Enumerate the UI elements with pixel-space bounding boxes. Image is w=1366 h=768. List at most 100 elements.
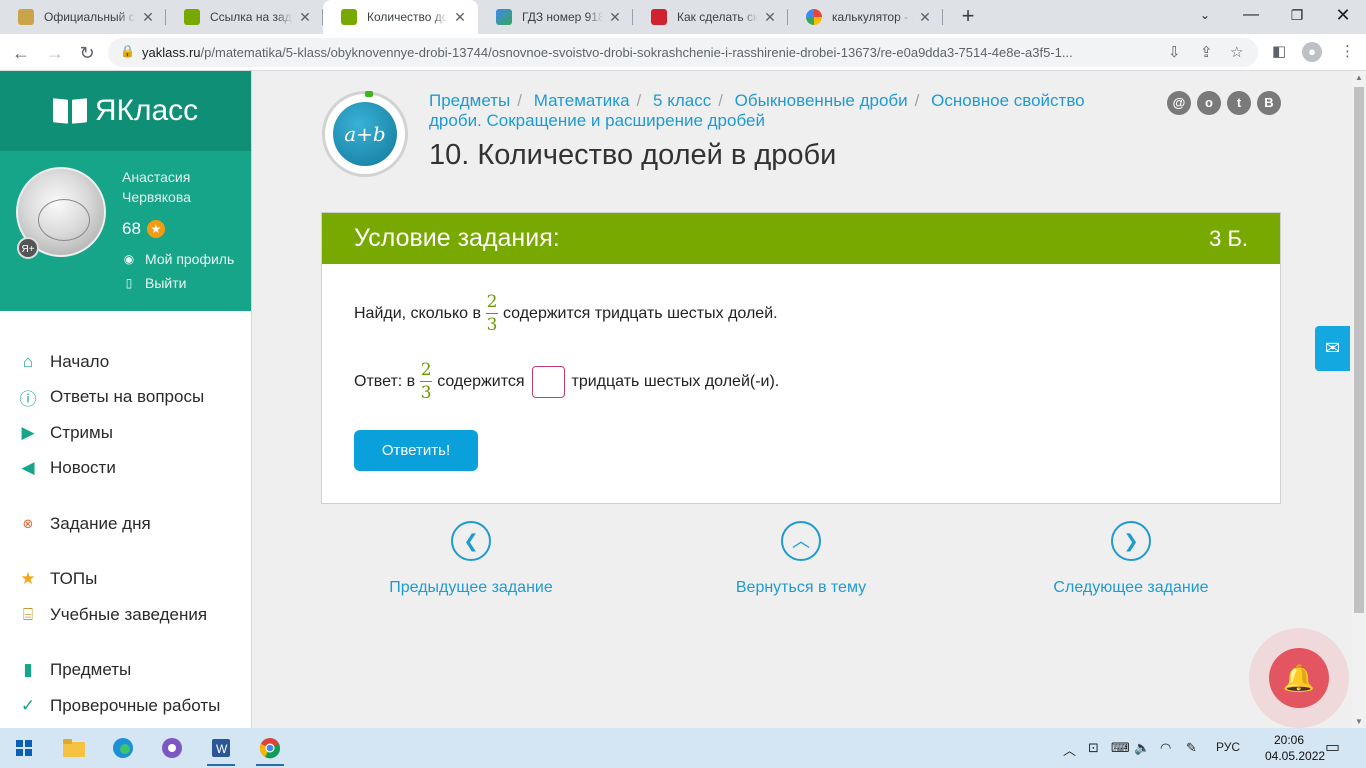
sidebar-item-daily-task[interactable]: ⊗ Задание дня — [16, 511, 151, 537]
user-name: Анастасия Червякова — [122, 169, 191, 205]
sidebar-item-news[interactable]: ◀ Новости — [16, 455, 115, 481]
tray-volume-icon[interactable]: 🔈 — [1134, 740, 1150, 756]
address-bar[interactable]: 🔒 yaklass.ru/p/matematika/5-klass/obykno… — [108, 38, 1258, 67]
notification-center-icon[interactable]: ▭ — [1325, 737, 1340, 757]
task-points: 3 Б. — [1209, 225, 1248, 251]
page-title: 10. Количество долей в дроби — [429, 139, 837, 171]
close-tab-icon[interactable]: ✕ — [140, 9, 156, 26]
logout-link[interactable]: ▯ Выйти — [122, 275, 187, 291]
browser-toolbar: ← → ↻ 🔒 yaklass.ru/p/matematika/5-klass/… — [0, 34, 1366, 71]
next-task-link[interactable]: ❯ Следующее задание — [1011, 521, 1251, 597]
browser-tab-active[interactable]: Количество долей в дроби ✕ — [323, 0, 478, 34]
close-tab-icon[interactable]: ✕ — [762, 9, 778, 26]
profile-avatar-icon[interactable]: ● — [1302, 42, 1322, 62]
close-tab-icon[interactable]: ✕ — [917, 9, 933, 26]
tray-keyboard-icon[interactable]: ⌨ — [1111, 740, 1130, 756]
twitter-share-icon[interactable]: t — [1227, 91, 1251, 115]
breadcrumb-item[interactable]: Обыкновенные дроби — [735, 91, 908, 110]
sidebar-item-home[interactable]: ⌂ Начало — [16, 349, 109, 375]
feedback-mail-icon[interactable]: ✉ — [1315, 326, 1350, 371]
restore-button[interactable]: ❐ — [1274, 0, 1320, 32]
start-windows-icon[interactable] — [4, 732, 44, 764]
answer-input[interactable] — [531, 365, 565, 398]
tray-pen-icon[interactable]: ✎ — [1186, 740, 1197, 756]
share-icon[interactable]: ⇪ — [1200, 43, 1213, 61]
google-favicon-icon — [806, 9, 822, 25]
x5-icon: ⊗ — [22, 516, 34, 531]
scroll-up-icon[interactable]: ▲ — [1352, 73, 1366, 82]
user-profile: Я+ Анастасия Червякова 68 ★ ◉ Мой профил… — [0, 151, 251, 311]
tray-device-icon[interactable]: ⊡ — [1088, 740, 1099, 756]
breadcrumb-item[interactable]: Математика — [534, 91, 630, 110]
edge-browser-icon[interactable] — [103, 732, 143, 764]
minimize-button[interactable]: — — [1228, 0, 1274, 32]
user-points: 68 ★ — [122, 219, 165, 239]
tray-language[interactable]: РУС — [1216, 740, 1240, 754]
browser-tab[interactable]: ГДЗ номер 918 по ✕ — [478, 0, 633, 34]
side-panel-icon[interactable]: ◧ — [1272, 42, 1286, 60]
sidebar-item-subjects[interactable]: ▮ Предметы — [16, 657, 131, 683]
browser-tab[interactable]: Как сделать скриншот ✕ — [633, 0, 788, 34]
mail-share-icon[interactable]: @ — [1167, 91, 1191, 115]
close-tab-icon[interactable]: ✕ — [607, 9, 623, 26]
tray-chevron-up-icon[interactable]: ︿ — [1063, 740, 1076, 759]
browser-tab[interactable]: Ссылка на задание ✕ — [166, 0, 323, 34]
tab-search-icon[interactable]: ⌄ — [1182, 0, 1228, 32]
my-profile-link[interactable]: ◉ Мой профиль — [122, 251, 235, 267]
ok-share-icon[interactable]: о — [1197, 91, 1221, 115]
back-button[interactable]: ← — [8, 40, 34, 66]
word-icon[interactable]: W — [201, 732, 241, 766]
tab-strip: Официальный сайт ✕ Ссылка на задание ✕ К… — [0, 0, 1366, 34]
door-icon: ▯ — [125, 276, 133, 290]
url-text: yaklass.ru/p/matematika/5-klass/obyknove… — [142, 45, 1073, 60]
new-tab-button[interactable]: + — [955, 4, 981, 30]
close-tab-icon[interactable]: ✕ — [297, 9, 313, 26]
submit-answer-button[interactable]: Ответить! — [354, 430, 478, 471]
page-scrollbar[interactable]: ▲ ▼ — [1352, 71, 1366, 728]
close-window-button[interactable]: ✕ — [1320, 0, 1366, 32]
sidebar: ЯКласс Я+ Анастасия Червякова 68 ★ ◉ Мой… — [0, 71, 252, 728]
viber-icon[interactable] — [152, 732, 192, 764]
tray-clock[interactable]: 20:06 04.05.2022 — [1265, 732, 1325, 764]
sidebar-item-tops[interactable]: ★ ТОПы — [16, 566, 97, 592]
reload-button[interactable]: ↻ — [74, 40, 100, 66]
notifications-button[interactable]: 🔔 — [1249, 628, 1349, 728]
star-icon: ★ — [146, 220, 165, 238]
chevron-right-icon: ❯ — [1111, 521, 1151, 561]
play-icon: ▶ — [21, 423, 35, 442]
site-logo[interactable]: ЯКласс — [0, 71, 251, 151]
site-favicon-icon — [651, 9, 667, 25]
sidebar-item-streams[interactable]: ▶ Стримы — [16, 420, 112, 446]
chevron-up-icon: ︿ — [781, 521, 821, 561]
browser-tab[interactable]: Официальный сайт ✕ — [0, 0, 166, 34]
question-icon: ⓘ — [19, 389, 37, 409]
site-favicon-icon — [18, 9, 34, 25]
megaphone-icon: ◀ — [21, 458, 35, 477]
yaklass-favicon-icon — [184, 9, 200, 25]
svg-text:W: W — [216, 742, 228, 756]
breadcrumb-item[interactable]: 5 класс — [653, 91, 711, 110]
file-explorer-icon[interactable] — [54, 732, 94, 764]
menu-dots-icon[interactable]: ⋮ — [1340, 42, 1355, 60]
bookmark-star-icon[interactable]: ☆ — [1230, 43, 1243, 61]
forward-button[interactable]: → — [42, 40, 68, 66]
browser-tab[interactable]: калькулятор - Поиск ✕ — [788, 0, 943, 34]
sidebar-item-answers[interactable]: ⓘ Ответы на вопросы — [16, 384, 205, 410]
star-icon: ★ — [20, 569, 36, 588]
vk-share-icon[interactable]: В — [1257, 91, 1281, 115]
install-icon[interactable]: ⇩ — [1168, 43, 1181, 61]
sidebar-item-schools[interactable]: ⌸ Учебные заведения — [16, 602, 207, 628]
tray-network-icon[interactable]: ◠ — [1160, 740, 1171, 756]
task-card: Условие задания: 3 Б. Найди, сколько в 2… — [321, 212, 1281, 504]
chrome-icon[interactable] — [250, 732, 290, 766]
back-to-topic-link[interactable]: ︿ Вернуться в тему — [681, 521, 921, 597]
close-tab-icon[interactable]: ✕ — [452, 9, 468, 26]
check-circle-icon: ✓ — [20, 696, 36, 715]
breadcrumb-item[interactable]: Предметы — [429, 91, 510, 110]
scrollbar-thumb[interactable] — [1354, 87, 1364, 613]
sidebar-item-tests[interactable]: ✓ Проверочные работы — [16, 693, 220, 719]
prev-task-link[interactable]: ❮ Предыдущее задание — [351, 521, 591, 597]
answer-line: Ответ: в 23 содержится тридцать шестых д… — [354, 360, 780, 403]
taskbar: W ︿ ⊡ ⌨ 🔈 ◠ ✎ РУС 20:06 04.05.2022 ▭ — [0, 728, 1366, 768]
scroll-down-icon[interactable]: ▼ — [1352, 717, 1366, 726]
